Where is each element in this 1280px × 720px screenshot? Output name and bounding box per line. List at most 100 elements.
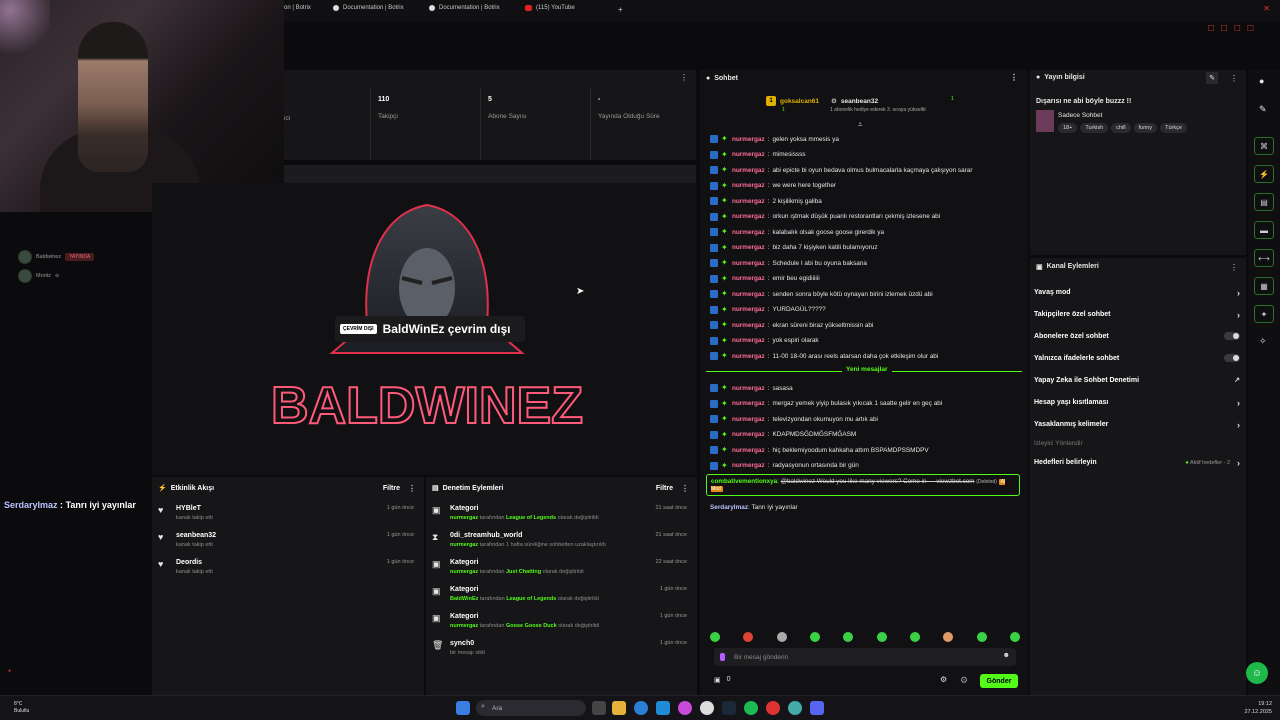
emote-icon[interactable] bbox=[943, 632, 954, 642]
more-icon[interactable]: ⋮ bbox=[1010, 73, 1018, 82]
message-user[interactable]: nurmergaz bbox=[732, 322, 765, 329]
tag[interactable]: chill bbox=[1111, 123, 1131, 133]
message-user[interactable]: nurmergaz bbox=[732, 306, 765, 313]
rail-button[interactable]: ▤ bbox=[1254, 193, 1274, 211]
filter-button[interactable]: Filtre bbox=[656, 485, 673, 492]
rail-button[interactable]: ▦ bbox=[1254, 277, 1274, 295]
weather-widget[interactable]: 8°C Bulutlu bbox=[14, 701, 29, 715]
browser-tab[interactable]: Documentation | Botrix bbox=[429, 5, 500, 11]
edit-icon[interactable]: ✎ bbox=[1259, 104, 1267, 115]
opera-icon[interactable] bbox=[700, 701, 714, 715]
message-user[interactable]: nurmergaz bbox=[732, 167, 765, 174]
chat-button[interactable]: ▬ bbox=[1254, 221, 1274, 239]
browser-tab[interactable]: Documentation | Botrix bbox=[333, 5, 404, 11]
message-user[interactable]: nurmergaz bbox=[732, 447, 765, 454]
tag[interactable]: 18+ bbox=[1058, 123, 1078, 133]
browser-tab[interactable]: (115) YouTube bbox=[525, 5, 575, 11]
mic-icon[interactable] bbox=[720, 653, 725, 661]
mod-tools-icon[interactable]: ⚙ bbox=[960, 675, 968, 686]
action-emote-only[interactable]: Yalnızca ifadelerle sohbet bbox=[1034, 354, 1240, 362]
filter-button[interactable]: Filtre bbox=[383, 485, 400, 492]
window-controls[interactable]: ✕ bbox=[1263, 4, 1270, 13]
message-user[interactable]: nurmergaz bbox=[732, 182, 765, 189]
chat-input[interactable]: Bir mesaj gönderin ☻ bbox=[714, 648, 1016, 666]
emote-icon[interactable] bbox=[909, 632, 920, 642]
message-user[interactable]: SerdaryImaz bbox=[710, 504, 748, 511]
system-clock[interactable]: 19:12 27.12.2025 bbox=[1244, 700, 1272, 716]
tag[interactable]: Turkish bbox=[1080, 123, 1109, 133]
message-user[interactable]: nurmergaz bbox=[732, 385, 765, 392]
browser-tab[interactable]: on | Botrix bbox=[284, 5, 311, 11]
message-user[interactable]: nurmergaz bbox=[732, 136, 765, 143]
more-icon[interactable]: ⋮ bbox=[408, 484, 416, 493]
message-user[interactable]: nurmergaz bbox=[732, 229, 765, 236]
edit-icon[interactable]: ✎ bbox=[1206, 72, 1218, 84]
action-ai-moderation[interactable]: Yapay Zeka ile Sohbet Denetimi ↗ bbox=[1034, 377, 1240, 384]
action-goals[interactable]: Hedefleri belirleyin ● Aktif hedefler - … bbox=[1034, 458, 1240, 468]
emote-icon[interactable] bbox=[776, 632, 787, 642]
emote-icon[interactable] bbox=[809, 632, 820, 642]
emote-icon[interactable] bbox=[876, 632, 887, 642]
emote-icon[interactable] bbox=[1009, 632, 1020, 642]
message-user[interactable]: nurmergaz bbox=[732, 400, 765, 407]
video-player[interactable]: BALDWINEZ ÇEVRİM DIŞI BaldWinEz çevrim d… bbox=[152, 183, 697, 475]
emote-icon[interactable] bbox=[710, 632, 720, 642]
action-account-age[interactable]: Hesap yaşı kısıtlaması › bbox=[1034, 398, 1240, 408]
message-user[interactable]: nurmergaz bbox=[732, 244, 765, 251]
bolt-button[interactable]: ⚡ bbox=[1254, 165, 1274, 183]
message-user[interactable]: nurmergaz bbox=[732, 337, 765, 344]
message-user[interactable]: nurmergaz bbox=[732, 151, 765, 158]
new-tab-button[interactable]: + bbox=[618, 5, 623, 14]
edge-icon[interactable] bbox=[634, 701, 648, 715]
sidebar-user[interactable]: Baldwinez YAYINDA bbox=[18, 250, 95, 264]
emote-icon[interactable] bbox=[976, 632, 987, 642]
action-banned-words[interactable]: Yasaklanmış kelimeler › bbox=[1034, 420, 1240, 430]
toggle-switch[interactable] bbox=[1224, 354, 1240, 362]
settings-icon[interactable]: ⚙ bbox=[940, 675, 947, 684]
files-icon[interactable] bbox=[612, 701, 626, 715]
more-icon[interactable]: ⋮ bbox=[681, 484, 689, 493]
message-user[interactable]: nurmergaz bbox=[732, 260, 765, 267]
message-user[interactable]: nurmergaz bbox=[732, 431, 765, 438]
points-display[interactable]: ▣ 0 bbox=[714, 676, 731, 684]
message-user[interactable]: nurmergaz bbox=[732, 198, 765, 205]
message-user[interactable]: nurmergaz bbox=[732, 213, 765, 220]
action-subscribers-only[interactable]: Abonelere özel sohbet bbox=[1034, 332, 1240, 340]
collapse-icon[interactable]: ⩡ bbox=[858, 120, 863, 130]
support-button[interactable]: ☺ bbox=[1246, 662, 1268, 684]
steam-icon[interactable] bbox=[722, 701, 736, 715]
share-icon[interactable]: ✧ bbox=[1259, 336, 1267, 347]
start-button[interactable] bbox=[456, 701, 470, 715]
sidebar-user[interactable]: Moritz ⊖ bbox=[18, 269, 59, 283]
tag[interactable]: Türkçe bbox=[1160, 123, 1187, 133]
message-user[interactable]: nurmergaz bbox=[732, 353, 765, 360]
more-icon[interactable]: ⋮ bbox=[680, 73, 688, 82]
action-slow-mode[interactable]: Yavaş mod › bbox=[1034, 288, 1240, 298]
info-icon[interactable]: ● bbox=[1259, 76, 1264, 86]
toggle-switch[interactable] bbox=[1224, 332, 1240, 340]
store-icon[interactable] bbox=[656, 701, 670, 715]
message-user[interactable]: nurmergaz bbox=[732, 416, 765, 423]
more-icon[interactable]: ⋮ bbox=[1230, 74, 1238, 83]
emote-icon[interactable] bbox=[743, 632, 754, 642]
discord-icon[interactable] bbox=[810, 701, 824, 715]
message-user[interactable]: nurmergaz bbox=[732, 275, 765, 282]
app-icon[interactable] bbox=[678, 701, 692, 715]
taskbar-search[interactable]: ⌕ Ara bbox=[476, 700, 586, 716]
rail-button[interactable]: ⌘ bbox=[1254, 137, 1274, 155]
app-icon[interactable] bbox=[788, 701, 802, 715]
wrench-button[interactable]: ✦ bbox=[1254, 305, 1274, 323]
app-icon[interactable] bbox=[766, 701, 780, 715]
emoji-icon[interactable]: ☻ bbox=[1003, 652, 1010, 659]
message-user[interactable]: combativementionxya bbox=[711, 478, 777, 485]
spotify-icon[interactable] bbox=[744, 701, 758, 715]
toolbar-icons[interactable]: ☐☐☐☐ bbox=[1207, 24, 1260, 33]
rail-button[interactable]: ⟷ bbox=[1254, 249, 1274, 267]
message-user[interactable]: nurmergaz bbox=[732, 462, 765, 469]
message-user[interactable]: nurmergaz bbox=[732, 291, 765, 298]
more-icon[interactable]: ⋮ bbox=[1230, 263, 1238, 272]
stream-category[interactable]: Sadece Sohbet bbox=[1058, 112, 1102, 119]
tag[interactable]: funny bbox=[1133, 123, 1158, 133]
taskview-icon[interactable] bbox=[592, 701, 606, 715]
action-followers-only[interactable]: Takipçilere özel sohbet › bbox=[1034, 310, 1240, 320]
